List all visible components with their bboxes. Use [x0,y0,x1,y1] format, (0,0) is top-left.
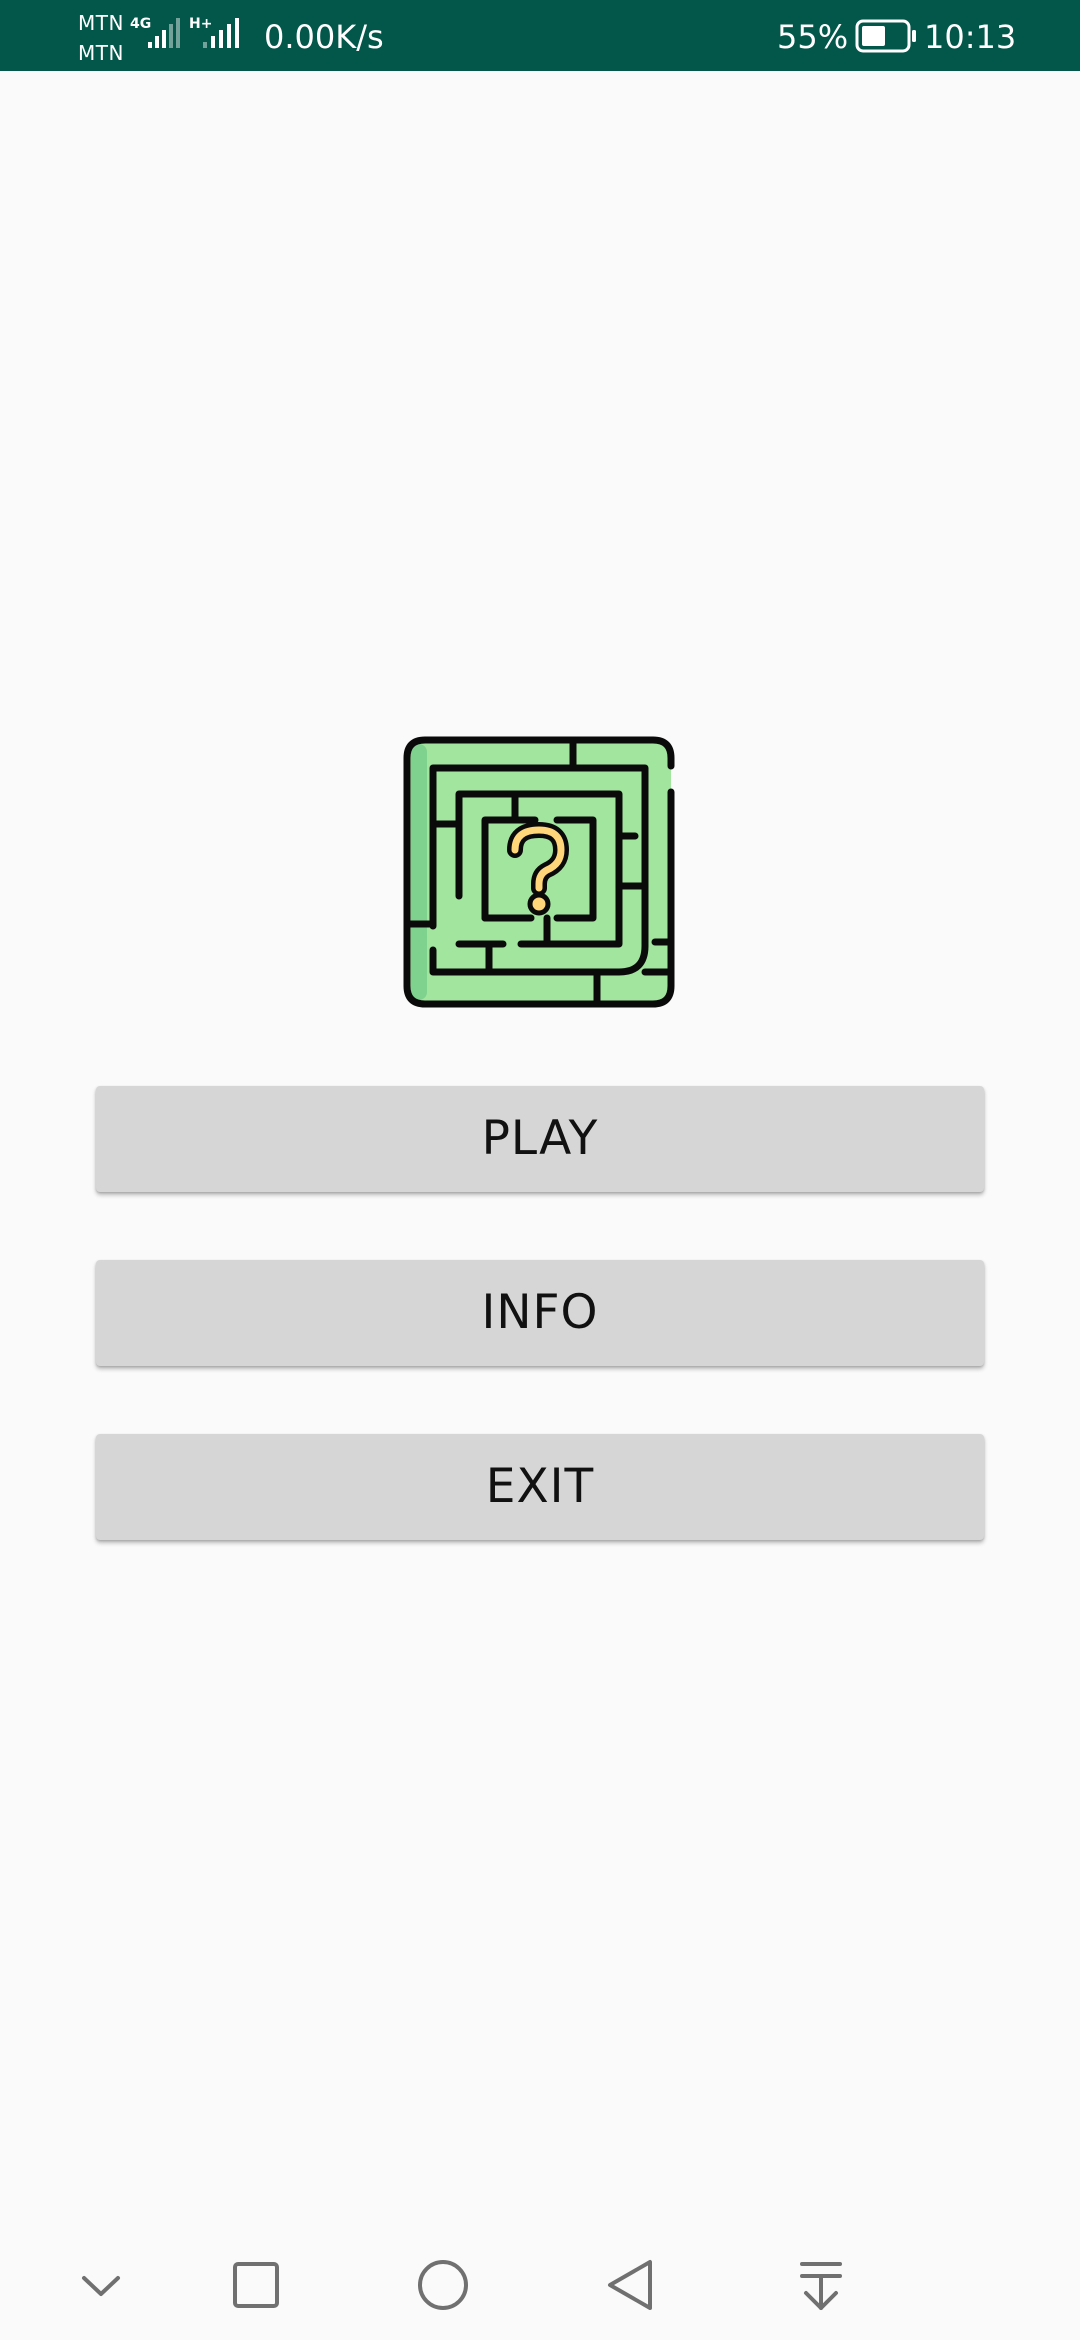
clock: 10:13 [924,18,1017,56]
maze-question-icon [403,736,675,1008]
info-button[interactable]: INFO [96,1260,984,1366]
notification-pull-icon[interactable] [786,2250,856,2320]
carrier-labels: MTN MTN [78,8,134,68]
chevron-down-icon[interactable] [66,2250,136,2320]
signal-strength-icon [148,18,180,48]
back-triangle-icon[interactable] [596,2250,666,2320]
signal-group-1: 4G [130,14,182,54]
main-screen: MTN MTN 4G H+ 0.00K/s 55% 10:13 PLAY INF… [0,0,1080,2340]
carrier-1: MTN [78,11,124,35]
battery-icon [855,19,916,53]
exit-button[interactable]: EXIT [96,1434,984,1540]
recents-square-icon[interactable] [221,2250,291,2320]
signal-strength-icon [203,18,239,48]
home-circle-icon[interactable] [408,2250,478,2320]
signal-group-2: H+ [189,14,245,54]
play-button[interactable]: PLAY [96,1086,984,1192]
carrier-2: MTN [78,41,124,65]
battery-percent: 55% [777,18,849,56]
network-speed: 0.00K/s [264,18,384,56]
navigation-bar [0,2230,1080,2340]
status-bar: MTN MTN 4G H+ 0.00K/s 55% 10:13 [0,0,1080,71]
